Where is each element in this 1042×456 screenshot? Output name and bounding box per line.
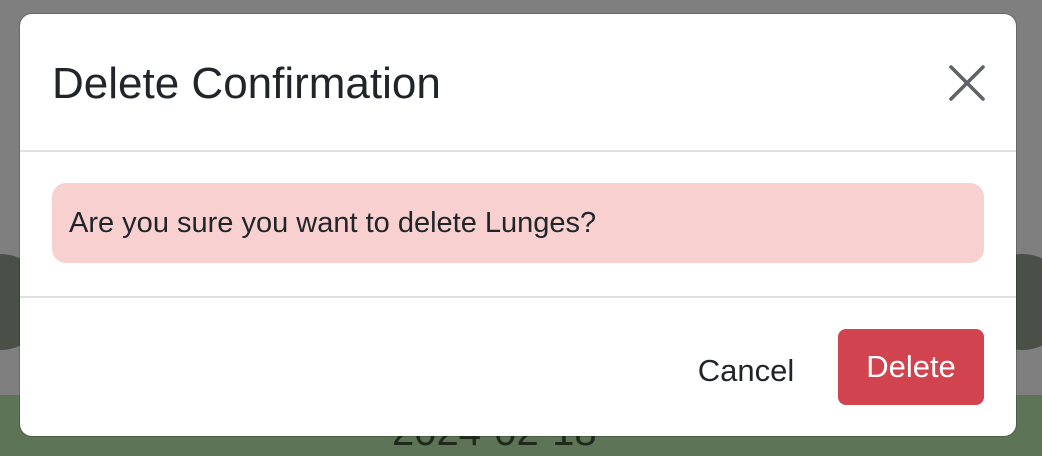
modal-body: Are you sure you want to delete Lunges? bbox=[20, 152, 1016, 298]
danger-alert: Are you sure you want to delete Lunges? bbox=[52, 183, 984, 263]
modal-title: Delete Confirmation bbox=[52, 59, 441, 108]
cancel-button[interactable]: Cancel bbox=[680, 333, 812, 409]
alert-message: Are you sure you want to delete Lunges? bbox=[69, 207, 597, 239]
modal-footer: Cancel Delete bbox=[20, 298, 1016, 436]
modal-header: Delete Confirmation bbox=[20, 14, 1016, 152]
delete-button[interactable]: Delete bbox=[838, 329, 984, 405]
close-icon[interactable] bbox=[948, 64, 986, 102]
delete-confirmation-modal: Delete Confirmation Are you sure you wan… bbox=[20, 14, 1016, 436]
